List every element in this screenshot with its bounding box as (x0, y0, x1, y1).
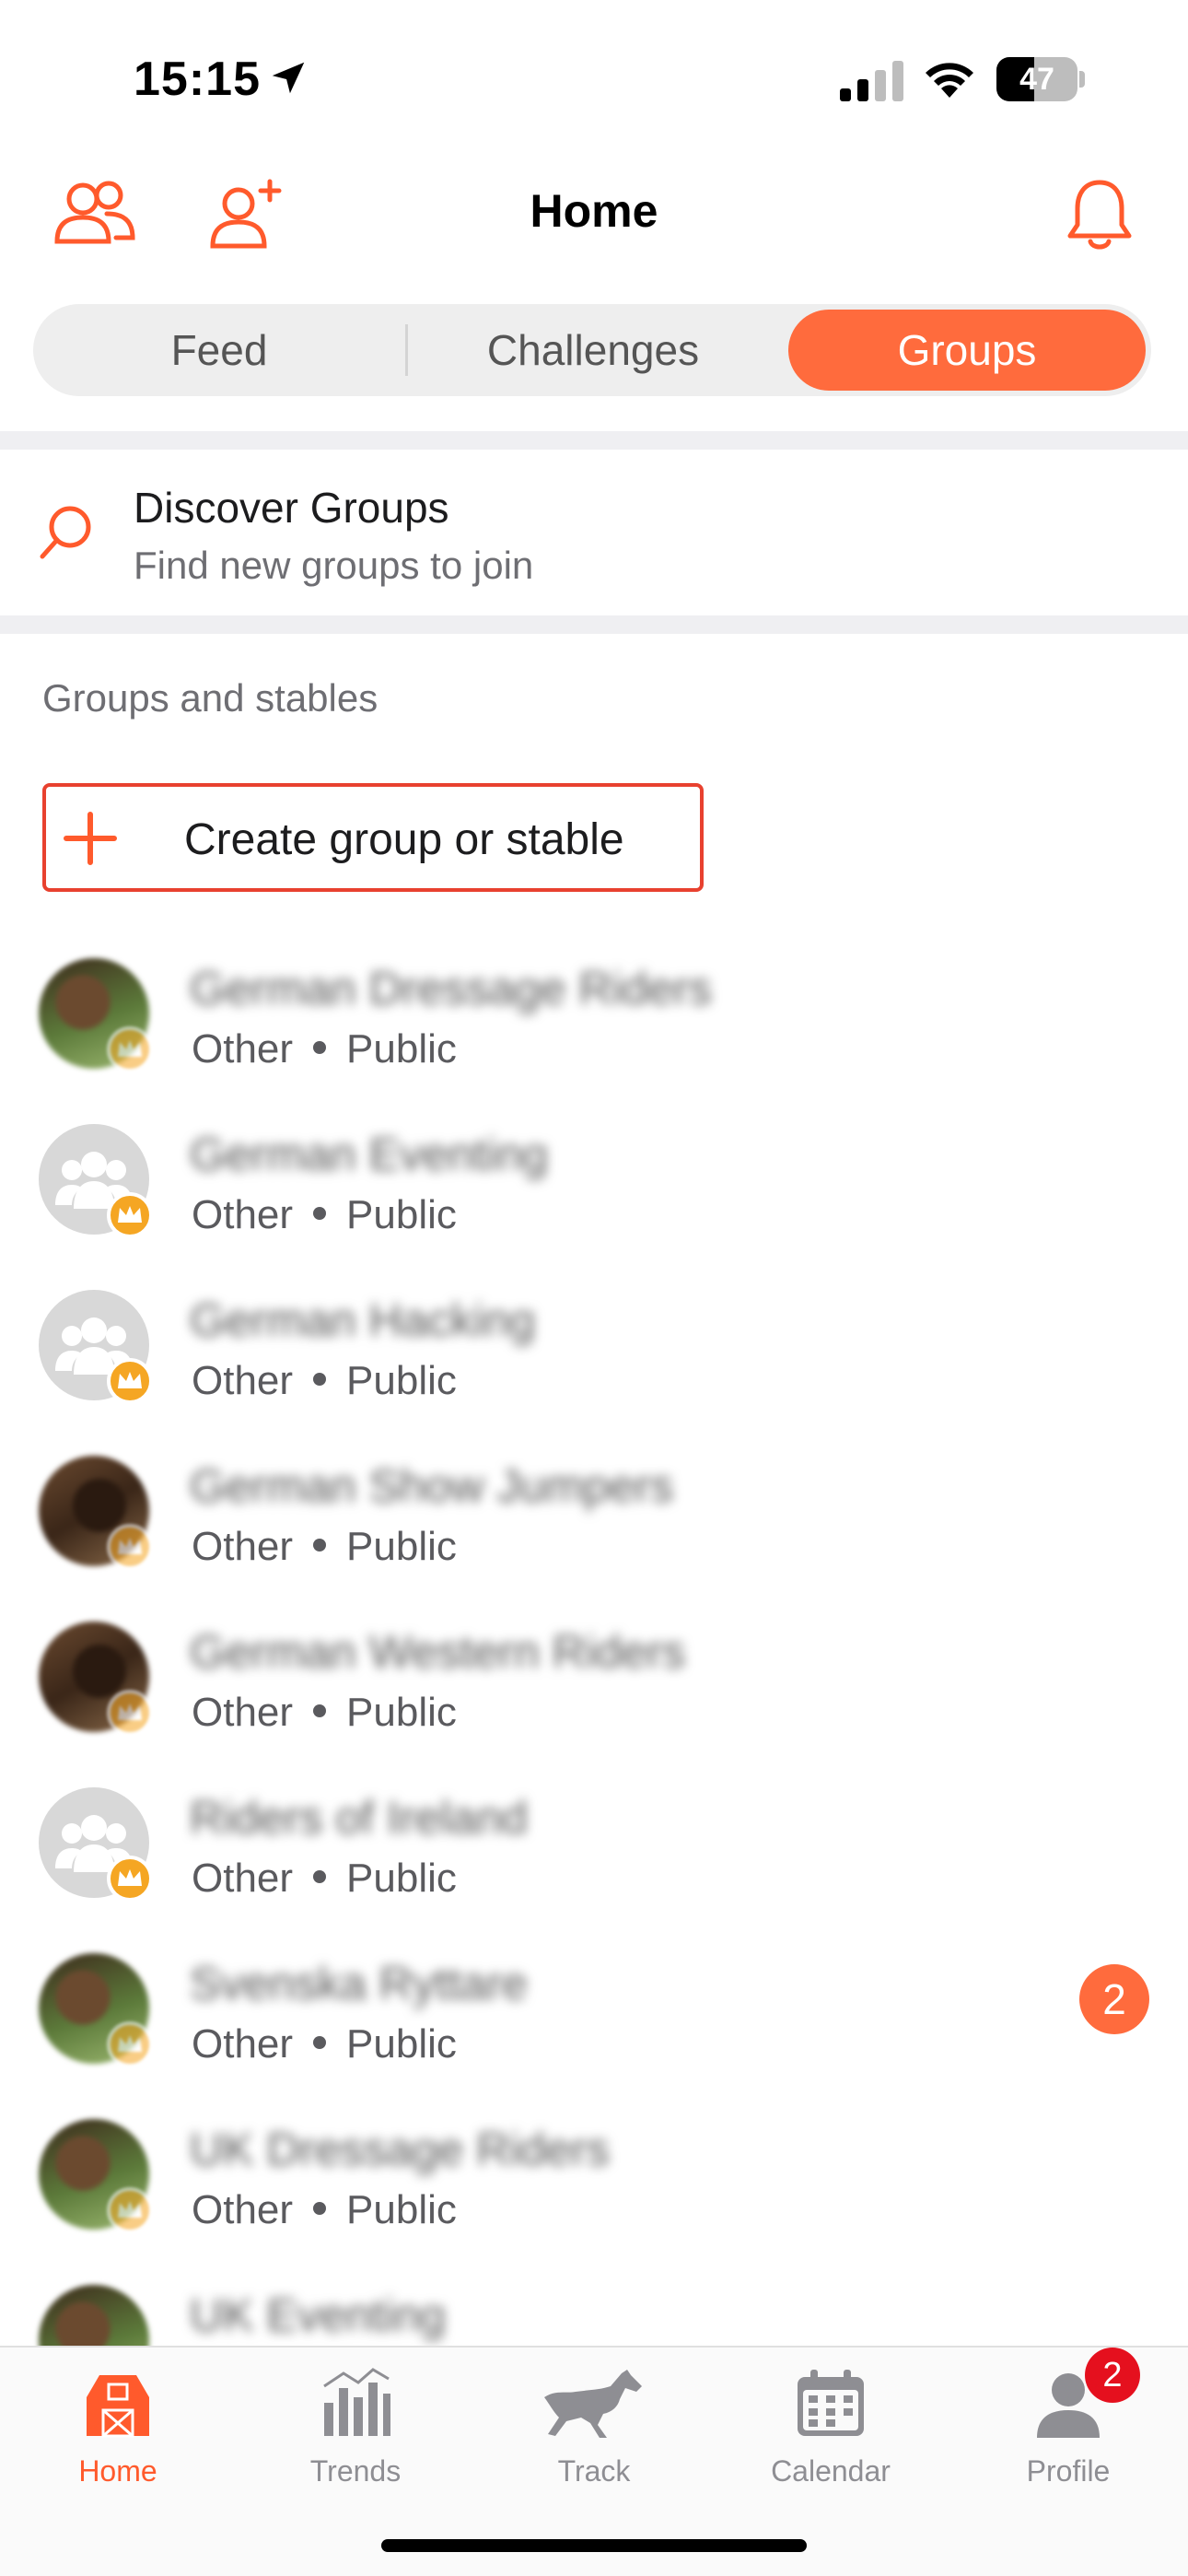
home-indicator (381, 2539, 807, 2552)
discover-groups-row[interactable]: Discover Groups Find new groups to join (0, 450, 1188, 615)
group-visibility: Public (346, 1856, 457, 1901)
trends-icon (323, 2368, 390, 2436)
group-meta: Other Public (192, 1358, 457, 1404)
tab-profile[interactable]: 2 Profile (985, 2348, 1151, 2504)
status-bar: 15:15 47 (0, 0, 1188, 157)
crown-icon (107, 2187, 153, 2233)
barn-icon (87, 2375, 149, 2438)
battery-indicator: 47 (996, 57, 1085, 101)
group-category: Other (192, 1026, 294, 1071)
separator-dot (313, 2036, 327, 2050)
group-visibility: Public (346, 1026, 457, 1071)
tab-label: Track (557, 2454, 631, 2488)
group-visibility: Public (346, 1358, 457, 1403)
group-category: Other (192, 1856, 294, 1901)
battery-level: 47 (1019, 62, 1054, 97)
crown-icon (107, 1192, 153, 1238)
unread-badge: 2 (1079, 1964, 1149, 2034)
group-name: German Western Riders (190, 1626, 686, 1678)
separator-dot (313, 2202, 327, 2216)
group-row[interactable]: Riders of Ireland Other Public (0, 1769, 1188, 1935)
status-time: 15:15 (134, 53, 261, 106)
create-group-button[interactable]: Create group or stable (42, 783, 704, 892)
group-meta: Other Public (192, 1690, 457, 1736)
tab-trends[interactable]: Trends (273, 2366, 438, 2504)
group-visibility: Public (346, 1690, 457, 1735)
group-row[interactable]: German Eventing Other Public (0, 1106, 1188, 1271)
divider (0, 615, 1188, 634)
profile-badge: 2 (1085, 2348, 1140, 2403)
group-row[interactable]: German Western Riders Other Public (0, 1603, 1188, 1769)
group-visibility: Public (346, 1524, 457, 1569)
separator-dot (313, 1373, 327, 1387)
group-category: Other (192, 2021, 294, 2067)
group-row[interactable]: UK Dressage Riders Other Public (0, 2101, 1188, 2266)
group-meta: Other Public (192, 1856, 457, 1902)
crown-icon (107, 1026, 153, 1072)
group-name: Riders of Ireland (190, 1792, 528, 1844)
group-name: German Dressage Riders (190, 963, 712, 1014)
group-name: German Hacking (190, 1294, 536, 1346)
tab-track[interactable]: Track (511, 2366, 677, 2504)
group-row[interactable]: German Hacking Other Public (0, 1271, 1188, 1437)
group-name: UK Eventing (190, 2289, 446, 2341)
group-name: UK Dressage Riders (190, 2124, 610, 2175)
header: Home (0, 157, 1188, 276)
wifi-icon (926, 63, 973, 98)
cellular-signal-icon (840, 61, 903, 101)
horse-icon (544, 2370, 642, 2438)
separator-dot (313, 1539, 327, 1552)
crown-icon (107, 2021, 153, 2067)
group-meta: Other Public (192, 2021, 457, 2067)
group-visibility: Public (346, 2021, 457, 2067)
tab-label: Calendar (771, 2454, 891, 2488)
tab-label: Trends (309, 2454, 402, 2488)
tab-feed[interactable]: Feed (33, 304, 405, 396)
crown-icon (107, 1690, 153, 1736)
group-name: German Eventing (190, 1129, 549, 1180)
create-group-label: Create group or stable (184, 815, 624, 864)
section-label: Groups and stables (42, 676, 379, 720)
calendar-icon (798, 2370, 864, 2436)
discover-title: Discover Groups (134, 484, 449, 532)
plus-icon (64, 812, 117, 865)
search-icon (40, 506, 91, 559)
group-category: Other (192, 2187, 294, 2232)
crown-icon (107, 1856, 153, 1902)
location-arrow-icon (272, 62, 305, 94)
crown-icon (107, 1358, 153, 1404)
group-row[interactable]: German Show Jumpers Other Public (0, 1437, 1188, 1603)
group-meta: Other Public (192, 2187, 457, 2233)
discover-subtitle: Find new groups to join (134, 544, 534, 587)
tab-label: Profile (1026, 2454, 1111, 2488)
group-category: Other (192, 1524, 294, 1569)
group-category: Other (192, 1358, 294, 1403)
divider (0, 431, 1188, 450)
group-category: Other (192, 1690, 294, 1735)
separator-dot (313, 1041, 327, 1055)
tab-calendar[interactable]: Calendar (748, 2366, 914, 2504)
tab-label: Home (78, 2454, 157, 2488)
tab-challenges[interactable]: Challenges (407, 304, 779, 396)
tab-groups[interactable]: Groups (788, 310, 1146, 391)
group-visibility: Public (346, 1192, 457, 1237)
separator-dot (313, 1704, 327, 1718)
crown-icon (107, 1524, 153, 1570)
group-name: German Show Jumpers (190, 1460, 674, 1512)
group-visibility: Public (346, 2187, 457, 2232)
tab-home[interactable]: Home (35, 2366, 201, 2504)
separator-dot (313, 1870, 327, 1884)
segmented-control: Feed Challenges Groups (33, 304, 1151, 396)
page-title: Home (530, 185, 658, 237)
group-row[interactable]: Svenska Ryttare Other Public (0, 1935, 1188, 2101)
group-name: Svenska Ryttare (190, 1958, 528, 2009)
group-category: Other (192, 1192, 294, 1237)
group-row[interactable]: German Dressage Riders Other Public (0, 940, 1188, 1106)
separator-dot (313, 1207, 327, 1221)
bell-icon[interactable] (1054, 168, 1146, 260)
group-meta: Other Public (192, 1192, 457, 1238)
group-meta: Other Public (192, 1524, 457, 1570)
group-meta: Other Public (192, 1026, 457, 1072)
